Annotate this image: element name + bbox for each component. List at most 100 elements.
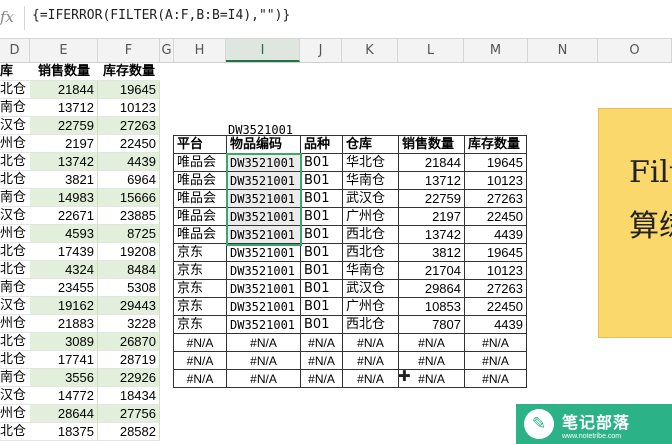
left-table-cell[interactable]: 南仓 bbox=[0, 369, 30, 387]
result-table-cell[interactable]: 武汉仓 bbox=[342, 279, 399, 298]
left-table-cell[interactable]: 13712 bbox=[30, 99, 98, 117]
result-table-cell[interactable]: 27263 bbox=[464, 279, 527, 298]
sheet-grid[interactable]: 库销售数量 库存数量 北仓 21844 19645 南仓 13712 10123 汉仓 22759… bbox=[0, 63, 672, 444]
result-header-cell[interactable]: 品种 bbox=[300, 135, 343, 154]
result-table-cell[interactable]: 21844 bbox=[398, 153, 465, 172]
result-table-cell[interactable]: 京东 bbox=[173, 279, 227, 298]
result-table-cell[interactable]: 2197 bbox=[398, 207, 465, 226]
left-table-cell[interactable]: 10123 bbox=[98, 99, 160, 117]
result-table-cell[interactable]: B01 bbox=[300, 225, 343, 244]
left-table-cell[interactable]: 州仓 bbox=[0, 225, 30, 243]
result-header-cell[interactable]: 销售数量 bbox=[398, 135, 465, 154]
left-table-cell[interactable]: 北仓 bbox=[0, 153, 30, 171]
result-table-cell[interactable]: 7807 bbox=[398, 315, 465, 334]
result-table-cell[interactable]: #N/A bbox=[173, 333, 227, 352]
result-table-cell[interactable]: #N/A bbox=[464, 351, 527, 370]
left-table-cell[interactable]: 28719 bbox=[98, 351, 160, 369]
result-table-cell[interactable]: 华南仓 bbox=[342, 171, 399, 190]
left-table-cell[interactable]: 汉仓 bbox=[0, 117, 30, 135]
result-table-cell[interactable]: DW3521001 bbox=[226, 153, 301, 172]
result-table-cell[interactable]: B01 bbox=[300, 243, 343, 262]
result-table-cell[interactable]: 22450 bbox=[464, 207, 527, 226]
left-table-cell[interactable]: 州仓 bbox=[0, 405, 30, 423]
result-table-cell[interactable]: #N/A bbox=[464, 333, 527, 352]
result-table-cell[interactable]: 10853 bbox=[398, 297, 465, 316]
result-table-cell[interactable]: 广州仓 bbox=[342, 207, 399, 226]
result-table-cell[interactable]: 唯品会 bbox=[173, 207, 227, 226]
left-table-cell[interactable]: 22671 bbox=[30, 207, 98, 225]
left-table-cell[interactable]: 28582 bbox=[98, 423, 160, 441]
result-table-cell[interactable]: #N/A bbox=[173, 351, 227, 370]
result-table-cell[interactable]: B01 bbox=[300, 189, 343, 208]
left-table-cell[interactable]: 汉仓 bbox=[0, 297, 30, 315]
result-table-cell[interactable]: 10123 bbox=[464, 171, 527, 190]
result-table-cell[interactable]: 21704 bbox=[398, 261, 465, 280]
left-table-cell[interactable]: 27263 bbox=[98, 117, 160, 135]
result-table-cell[interactable]: 27263 bbox=[464, 189, 527, 208]
left-table-cell[interactable]: 南仓 bbox=[0, 99, 30, 117]
result-table-cell[interactable]: 4439 bbox=[464, 225, 527, 244]
left-table-cell[interactable]: 22926 bbox=[98, 369, 160, 387]
left-table-cell[interactable]: 北仓 bbox=[0, 261, 30, 279]
column-header-l[interactable]: L bbox=[398, 39, 464, 62]
left-table-cell[interactable]: 6964 bbox=[98, 171, 160, 189]
result-header-cell[interactable]: 物品编码 bbox=[226, 135, 301, 154]
result-table-cell[interactable]: 武汉仓 bbox=[342, 189, 399, 208]
left-table-cell[interactable]: 17439 bbox=[30, 243, 98, 261]
result-table-cell[interactable]: B01 bbox=[300, 153, 343, 172]
left-header-cell[interactable]: 库存数量 bbox=[98, 63, 160, 81]
result-table-cell[interactable]: 29864 bbox=[398, 279, 465, 298]
left-table-cell[interactable]: 3821 bbox=[30, 171, 98, 189]
column-header-n[interactable]: N bbox=[528, 39, 598, 62]
result-header-cell[interactable]: 仓库 bbox=[342, 135, 399, 154]
left-table-cell[interactable]: 21844 bbox=[30, 81, 98, 99]
result-header-cell[interactable]: 平台 bbox=[173, 135, 227, 154]
left-table-cell[interactable]: 28644 bbox=[30, 405, 98, 423]
result-table-cell[interactable]: 华南仓 bbox=[342, 261, 399, 280]
left-table-cell[interactable]: 18434 bbox=[98, 387, 160, 405]
result-table-cell[interactable]: 京东 bbox=[173, 315, 227, 334]
result-table-cell[interactable]: 19645 bbox=[464, 243, 527, 262]
result-table-cell[interactable]: #N/A bbox=[342, 351, 399, 370]
result-table-cell[interactable]: #N/A bbox=[300, 333, 343, 352]
result-table-cell[interactable]: #N/A bbox=[464, 369, 527, 388]
left-table-cell[interactable]: 州仓 bbox=[0, 315, 30, 333]
column-header-m[interactable]: M bbox=[464, 39, 528, 62]
column-header-f[interactable]: F bbox=[98, 39, 160, 62]
result-table-cell[interactable]: B01 bbox=[300, 261, 343, 280]
result-table-cell[interactable]: 广州仓 bbox=[342, 297, 399, 316]
result-table-cell[interactable]: B01 bbox=[300, 207, 343, 226]
left-table-cell[interactable]: 14983 bbox=[30, 189, 98, 207]
left-table-cell[interactable]: 13742 bbox=[30, 153, 98, 171]
left-header-cell[interactable]: 销售数量 bbox=[30, 63, 98, 81]
left-table-cell[interactable]: 21883 bbox=[30, 315, 98, 333]
left-table-cell[interactable]: 23885 bbox=[98, 207, 160, 225]
left-table-cell[interactable]: 19645 bbox=[98, 81, 160, 99]
column-header-o[interactable]: O bbox=[598, 39, 672, 62]
result-table-cell[interactable]: 19645 bbox=[464, 153, 527, 172]
left-table-cell[interactable]: 南仓 bbox=[0, 279, 30, 297]
left-table-cell[interactable]: 南仓 bbox=[0, 189, 30, 207]
result-table-cell[interactable]: DW3521001 bbox=[226, 297, 301, 316]
column-header-i[interactable]: I bbox=[226, 39, 300, 62]
column-header-k[interactable]: K bbox=[342, 39, 398, 62]
column-header-j[interactable]: J bbox=[300, 39, 342, 62]
left-table-cell[interactable]: 5308 bbox=[98, 279, 160, 297]
result-table-cell[interactable]: #N/A bbox=[342, 333, 399, 352]
result-table-cell[interactable]: B01 bbox=[300, 297, 343, 316]
left-table-cell[interactable]: 3089 bbox=[30, 333, 98, 351]
left-table-cell[interactable]: 3556 bbox=[30, 369, 98, 387]
left-table-cell[interactable]: 4593 bbox=[30, 225, 98, 243]
result-table-cell[interactable]: 西北仓 bbox=[342, 315, 399, 334]
result-table-cell[interactable]: 京东 bbox=[173, 261, 227, 280]
result-table-cell[interactable]: 西北仓 bbox=[342, 243, 399, 262]
left-table-cell[interactable]: 北仓 bbox=[0, 351, 30, 369]
column-header-e[interactable]: E bbox=[30, 39, 98, 62]
result-table-cell[interactable]: B01 bbox=[300, 171, 343, 190]
column-header-g[interactable]: G bbox=[160, 39, 174, 62]
left-table-cell[interactable]: 北仓 bbox=[0, 423, 30, 441]
left-table-cell[interactable]: 8484 bbox=[98, 261, 160, 279]
left-table-cell[interactable]: 汉仓 bbox=[0, 207, 30, 225]
result-table-cell[interactable]: 3812 bbox=[398, 243, 465, 262]
result-table-cell[interactable]: 10123 bbox=[464, 261, 527, 280]
